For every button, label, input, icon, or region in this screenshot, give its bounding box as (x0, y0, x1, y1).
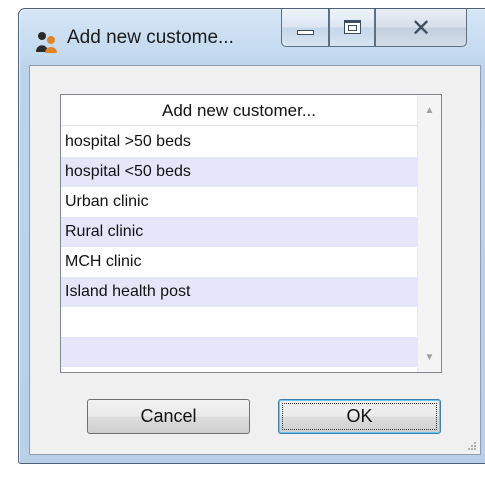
scroll-down-icon[interactable]: ▼ (418, 352, 441, 363)
maximize-button[interactable] (329, 9, 375, 47)
list-item[interactable]: Rural clinic (61, 217, 417, 247)
list-item[interactable] (61, 307, 417, 337)
resize-grip-icon[interactable] (466, 440, 476, 450)
list-item[interactable]: Island health post (61, 277, 417, 307)
minimize-button[interactable] (281, 9, 329, 47)
list-rows: hospital >50 beds hospital <50 beds Urba… (61, 127, 417, 367)
cancel-button[interactable]: Cancel (87, 399, 250, 434)
list-header: Add new customer... (61, 95, 417, 126)
minimize-icon (297, 30, 314, 35)
maximize-icon (344, 20, 361, 34)
dialog-client-area: Add new customer... hospital >50 beds ho… (29, 65, 481, 455)
list-item[interactable]: MCH clinic (61, 247, 417, 277)
list-item[interactable]: hospital <50 beds (61, 157, 417, 187)
dialog-window: Add new custome... ✕ Add new customer...… (18, 8, 485, 464)
list-scrollbar[interactable]: ▲ ▼ (417, 95, 441, 372)
close-icon: ✕ (411, 14, 432, 42)
list-item[interactable]: hospital >50 beds (61, 127, 417, 157)
screen: Add new custome... ✕ Add new customer...… (0, 0, 485, 481)
customer-type-list[interactable]: Add new customer... hospital >50 beds ho… (60, 94, 442, 373)
list-item[interactable]: Urban clinic (61, 187, 417, 217)
list-item[interactable] (61, 337, 417, 367)
users-icon (36, 32, 57, 53)
scroll-up-icon[interactable]: ▲ (418, 105, 441, 116)
window-title: Add new custome... (67, 27, 234, 48)
ok-button[interactable]: OK (278, 399, 441, 434)
ok-button-label: OK (346, 406, 373, 426)
close-button[interactable]: ✕ (375, 9, 467, 47)
